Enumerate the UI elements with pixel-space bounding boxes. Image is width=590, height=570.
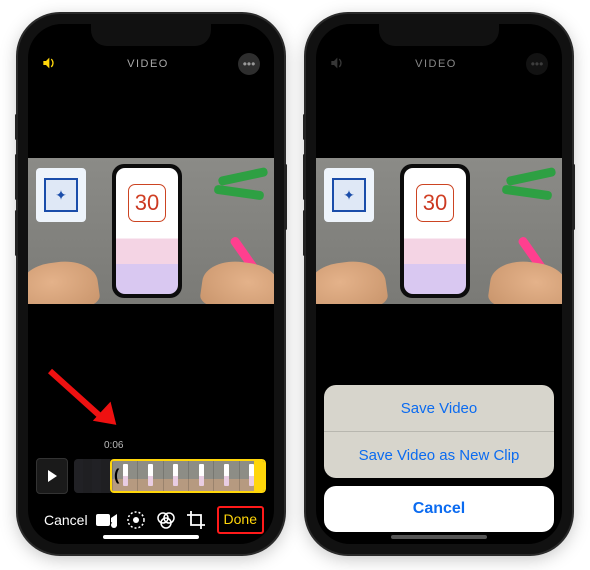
- more-icon[interactable]: •••: [238, 53, 260, 75]
- play-icon: [48, 470, 57, 482]
- volume-icon: [330, 56, 346, 73]
- video-tool-icon[interactable]: [96, 512, 124, 528]
- phone-left: VIDEO ••• ✦ 30 0:06 (: [18, 14, 284, 554]
- timeline-trimmed-out: [74, 459, 110, 493]
- action-sheet: Save Video Save Video as New Clip Cancel: [316, 377, 562, 544]
- more-icon: •••: [526, 53, 548, 75]
- notch: [91, 24, 211, 46]
- save-video-button[interactable]: Save Video: [324, 385, 554, 431]
- hw-mute-switch: [15, 114, 18, 140]
- cancel-button[interactable]: Cancel: [38, 508, 94, 532]
- save-as-new-clip-button[interactable]: Save Video as New Clip: [324, 431, 554, 478]
- editor-header: VIDEO •••: [316, 50, 562, 78]
- timeline-thumb: [213, 461, 238, 491]
- timeline-thumb: [137, 461, 162, 491]
- screen-left: VIDEO ••• ✦ 30 0:06 (: [28, 24, 274, 544]
- play-button[interactable]: [36, 458, 68, 494]
- preview-phone: 30: [112, 164, 182, 298]
- done-button[interactable]: Done: [224, 511, 257, 527]
- hw-power: [572, 164, 575, 230]
- header-title: VIDEO: [58, 58, 238, 70]
- timeline-track[interactable]: (: [74, 459, 266, 493]
- timeline: (: [36, 456, 266, 496]
- filters-tool-icon[interactable]: [156, 510, 184, 530]
- timeline-thumb: [239, 461, 264, 491]
- video-preview[interactable]: ✦ 30: [28, 158, 274, 304]
- screen-right: VIDEO ••• ✦ 30 Save Video Save Video as …: [316, 24, 562, 544]
- timeline-thumb: [163, 461, 188, 491]
- hw-mute-switch: [303, 114, 306, 140]
- preview-number: 30: [416, 184, 454, 222]
- timeline-thumb: [188, 461, 213, 491]
- hw-volume-up: [303, 154, 306, 200]
- preview-number: 30: [128, 184, 166, 222]
- video-preview: ✦ 30: [316, 158, 562, 304]
- home-indicator[interactable]: [391, 535, 487, 539]
- adjust-tool-icon[interactable]: [126, 510, 154, 530]
- preview-card: ✦: [36, 168, 86, 222]
- notch: [379, 24, 499, 46]
- home-indicator[interactable]: [103, 535, 199, 539]
- preview-phone: 30: [400, 164, 470, 298]
- crop-tool-icon[interactable]: [186, 510, 214, 530]
- preview-card: ✦: [324, 168, 374, 222]
- timeline-time-label: 0:06: [28, 440, 274, 452]
- hw-volume-up: [15, 154, 18, 200]
- hw-volume-down: [15, 210, 18, 256]
- hw-volume-down: [303, 210, 306, 256]
- action-sheet-cancel-button[interactable]: Cancel: [324, 486, 554, 532]
- done-button-highlight: Done: [217, 506, 264, 534]
- timeline-selection[interactable]: (: [110, 459, 266, 493]
- trim-handle-left-icon[interactable]: (: [114, 467, 119, 485]
- volume-icon[interactable]: [42, 56, 58, 73]
- editor-header: VIDEO •••: [28, 50, 274, 78]
- hw-power: [284, 164, 287, 230]
- phone-right: VIDEO ••• ✦ 30 Save Video Save Video as …: [306, 14, 572, 554]
- header-title: VIDEO: [346, 58, 526, 70]
- action-sheet-options: Save Video Save Video as New Clip: [324, 385, 554, 478]
